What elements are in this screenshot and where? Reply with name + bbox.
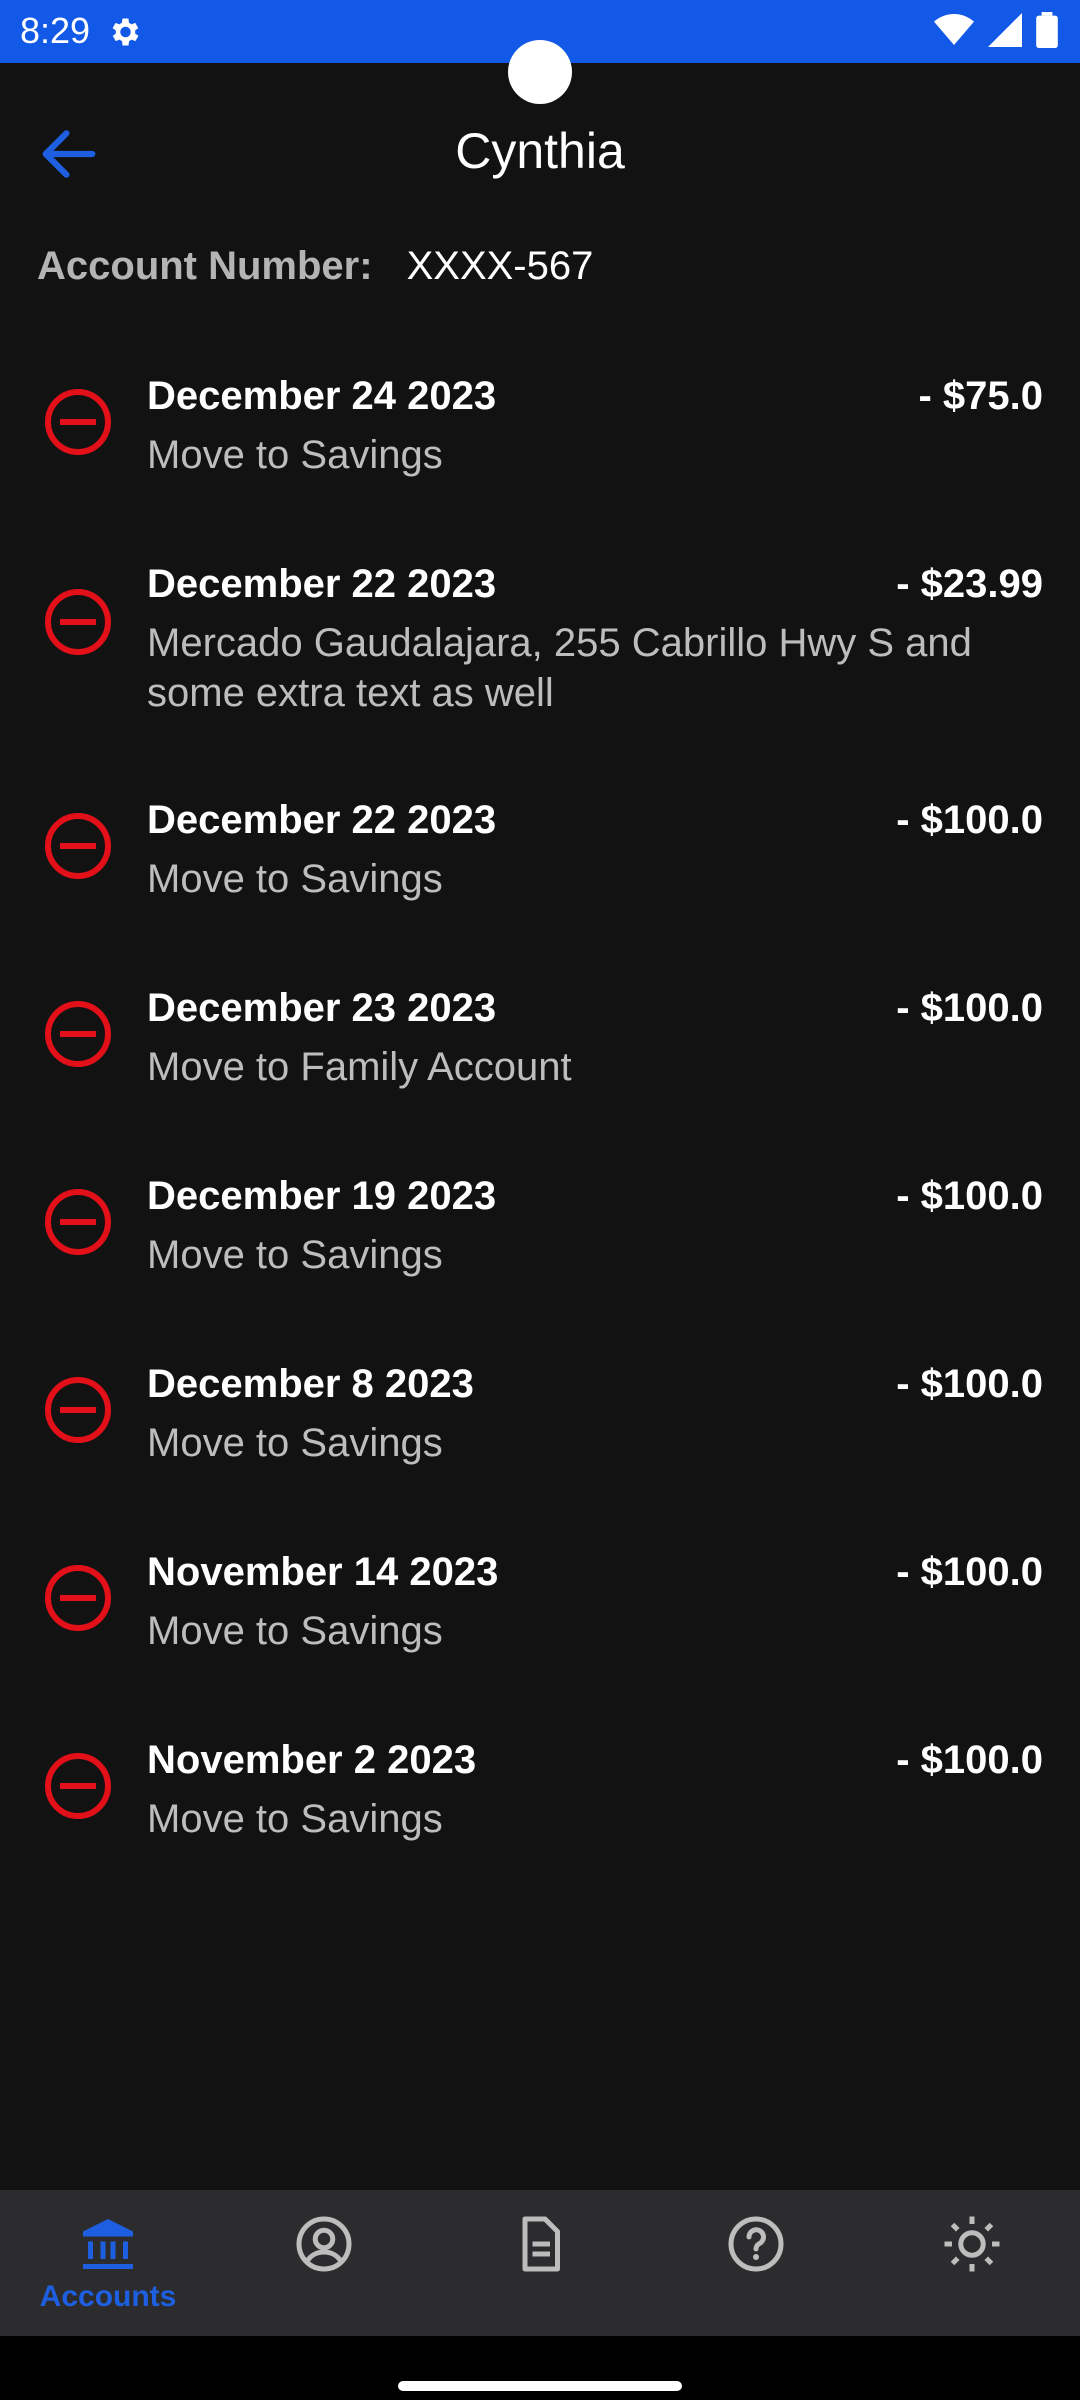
transaction-date: December 24 2023 [147,374,497,418]
transaction-date: December 23 2023 [147,986,497,1030]
debit-icon [45,813,111,879]
wifi-icon [934,14,974,45]
bottom-navigation: Accounts [0,2190,1080,2336]
transaction-amount: - $100.0 [896,1362,1043,1406]
transaction-amount: - $100.0 [896,798,1043,842]
home-gesture-handle[interactable] [398,2381,682,2391]
debit-icon [45,1189,111,1255]
transaction-description: Move to Savings [147,857,443,901]
transaction-description: Move to Family Account [147,1045,572,1089]
account-number-label: Account Number: [37,244,373,288]
debit-icon [45,1565,111,1631]
transaction-description: Move to Savings [147,433,443,477]
transaction-description: Move to Savings [147,1421,443,1465]
transaction-amount: - $100.0 [896,1738,1043,1782]
nav-accounts-label: Accounts [39,2280,177,2313]
status-time: 8:29 [20,10,91,51]
transaction-description: Move to Savings [147,1609,443,1653]
debit-icon [45,1001,111,1067]
transaction-amount: - $75.0 [918,374,1043,418]
transaction-date: December 8 2023 [147,1362,474,1406]
transaction-amount: - $100.0 [896,1550,1043,1594]
transaction-amount: - $100.0 [896,986,1043,1030]
nav-documents[interactable] [432,2190,648,2336]
debit-icon [45,589,111,655]
debit-icon [45,1377,111,1443]
nav-profile[interactable] [216,2190,432,2336]
help-icon [728,2216,784,2272]
account-number-row: Account Number: XXXX-567 [37,244,593,289]
transaction-date: November 14 2023 [147,1550,499,1594]
status-icons [934,12,1058,48]
debit-icon [45,389,111,455]
nav-accounts[interactable]: Accounts [0,2190,216,2336]
debit-icon [45,1753,111,1819]
profile-icon [296,2216,352,2272]
nav-theme[interactable] [864,2190,1080,2336]
transaction-date: December 19 2023 [147,1174,497,1218]
transaction-date: November 2 2023 [147,1738,477,1782]
transaction-date: December 22 2023 [147,562,497,606]
transaction-description: Move to Savings [147,1797,443,1841]
cell-signal-icon [988,13,1022,47]
transaction-amount: - $100.0 [896,1174,1043,1218]
transaction-description: Mercado Gaudalajara, 255 Cabrillo Hwy S … [147,621,972,715]
brightness-icon [944,2216,1000,2272]
transaction-date: December 22 2023 [147,798,497,842]
transaction-description: Move to Savings [147,1233,443,1277]
settings-gear-icon [112,18,139,46]
camera-cutout [508,40,572,104]
account-number-value: XXXX-567 [406,244,594,288]
document-icon [522,2216,560,2272]
nav-help[interactable] [648,2190,864,2336]
transaction-amount: - $23.99 [896,562,1043,606]
page-title: Cynthia [455,123,625,179]
battery-icon [1036,12,1058,48]
bank-icon [83,2219,133,2269]
